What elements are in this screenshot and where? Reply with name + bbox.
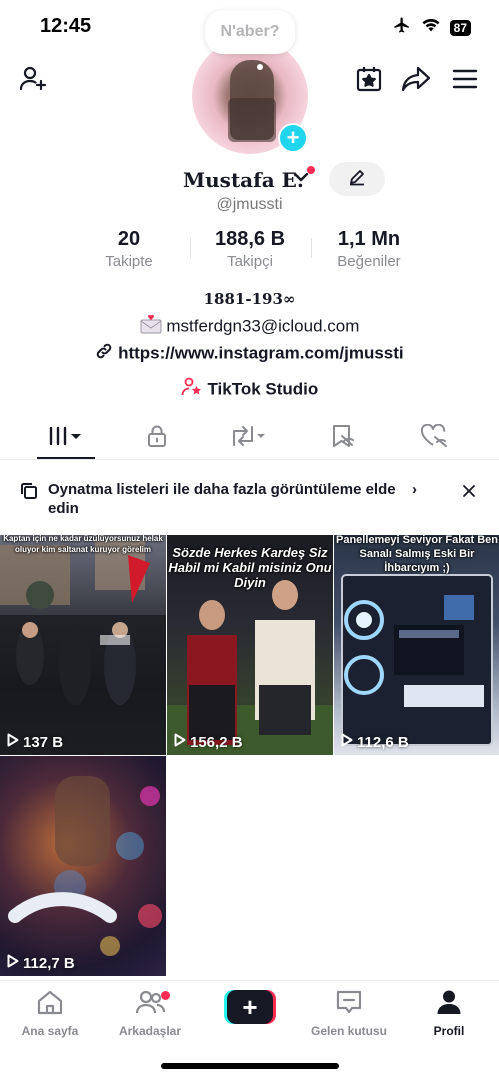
tab-favorites[interactable] [298,418,388,458]
tab-reposts[interactable] [203,418,293,458]
add-friend-icon[interactable] [16,62,50,96]
create-button[interactable]: + [224,990,276,1024]
menu-icon[interactable] [448,62,482,96]
stat-likes[interactable]: 1,1 Mn Beğeniler [323,228,415,270]
studio-icon [181,377,208,401]
grid-icon [47,426,85,451]
repost-icon [227,424,269,453]
stat-label: Beğeniler [337,253,401,270]
display-name[interactable]: Mustafa E. [183,168,304,192]
bio-text: 1881-193∞ [203,290,296,308]
video-view-count: 112,6 B [357,733,409,751]
video-view-count: 156,2 B [190,733,243,751]
link-icon [95,343,118,364]
stat-following[interactable]: 20 Takipte [88,228,170,270]
play-icon [174,733,186,751]
note-dot [257,64,263,70]
profile-icon [436,990,462,1019]
nav-friends[interactable]: Arkadaşlar [100,989,200,1038]
username: @jmussti [216,196,283,213]
create-icon: + [227,990,273,1024]
close-icon[interactable] [462,484,476,503]
video-views: 137 B [7,733,63,751]
video-views: 112,6 B [341,733,409,751]
notification-dot [161,991,170,1000]
content-tabs [0,418,499,460]
pencil-icon [348,168,366,191]
inbox-icon [335,990,363,1019]
video-tile[interactable]: Sözde Herkes Kardeş Siz Habil mi Kabil m… [167,535,333,755]
video-view-count: 137 B [23,733,64,751]
play-icon [7,954,19,972]
active-tab-indicator [37,457,95,459]
bio-email[interactable]: mstferdgn33@icloud.com [0,314,499,339]
video-caption: Panellemeyi Seviyor Fakat Ben Sanalı Sal… [335,535,499,574]
email-text: mstferdgn33@icloud.com [166,316,360,336]
envelope-icon [140,314,167,338]
banner-text-content: Oynatma listeleri ile daha fazla görüntü… [48,481,396,517]
play-icon [341,733,353,751]
video-tile[interactable]: Panellemeyi Seviyor Fakat Ben Sanalı Sal… [334,535,499,755]
playlist-icon [20,482,38,505]
battery-indicator: 87 [449,19,471,36]
add-avatar-plus-icon[interactable]: + [278,123,308,153]
lock-icon [146,424,168,453]
chevron-down-icon[interactable] [293,170,309,189]
profile-avatar[interactable]: + [192,38,308,154]
video-caption: Kaptan için ne kadar üzülüyorsunuz helak… [3,535,163,554]
nav-label: Arkadaşlar [118,1024,182,1038]
video-tile[interactable]: 112,7 B [0,756,166,976]
tiktok-studio-link[interactable]: TikTok Studio [0,377,499,402]
tab-private[interactable] [112,418,202,458]
video-views: 112,7 B [7,954,75,972]
video-tile[interactable]: Kaptan için ne kadar üzülüyorsunuz helak… [0,535,166,755]
video-views: 156,2 B [174,733,243,751]
heart-hidden-icon [420,423,448,453]
stat-value: 1,1 Mn [337,228,401,250]
stat-label: Takipçi [227,253,273,270]
nav-profile[interactable]: Profil [399,989,499,1038]
stats-row: 20 Takipte 188,6 B Takipçi 1,1 Mn Beğeni… [0,228,499,274]
friends-icon [135,990,166,1019]
video-view-count: 112,7 B [23,954,75,972]
share-icon[interactable] [399,62,433,96]
stat-followers[interactable]: 188,6 B Takipçi [199,228,301,270]
note-bubble[interactable]: N'aber? [205,10,295,54]
airplane-icon [392,16,412,39]
nav-label: Gelen kutusu [310,1024,387,1038]
home-icon [36,990,64,1019]
video-thumbnail-scene [0,540,166,755]
status-time: 12:45 [40,15,92,37]
notification-dot [307,166,315,174]
banner-text: Oynatma listeleri ile daha fazla görüntü… [48,480,408,518]
nav-home[interactable]: Ana sayfa [0,989,100,1038]
calendar-star-icon[interactable] [352,62,386,96]
playlist-banner[interactable]: Oynatma listeleri ile daha fazla görüntü… [0,476,499,524]
chevron-right-icon: › [412,481,417,498]
video-caption: Sözde Herkes Kardeş Siz Habil mi Kabil m… [168,545,332,590]
nav-inbox[interactable]: Gelen kutusu [299,989,399,1038]
tab-liked[interactable] [389,418,479,458]
nav-label: Profil [433,1024,465,1038]
name-row: Mustafa E. [0,162,499,196]
stat-divider [311,238,312,258]
home-indicator [161,1063,339,1069]
stat-label: Takipte [105,253,153,270]
status-icons: 87 [392,16,471,39]
play-icon [7,733,19,751]
stat-value: 20 [117,228,141,250]
bio-link[interactable]: https://www.instagram.com/jmussti [0,342,499,365]
studio-text: TikTok Studio [207,379,319,399]
tab-videos[interactable] [21,418,111,458]
stat-divider [190,238,191,258]
video-thumbnail-scene [8,776,162,956]
edit-profile-button[interactable] [329,162,385,196]
link-text: https://www.instagram.com/jmussti [118,343,404,363]
nav-label: Ana sayfa [21,1024,79,1038]
wifi-icon [422,18,440,37]
bookmark-hidden-icon [330,424,356,453]
stat-value: 188,6 B [214,228,286,250]
